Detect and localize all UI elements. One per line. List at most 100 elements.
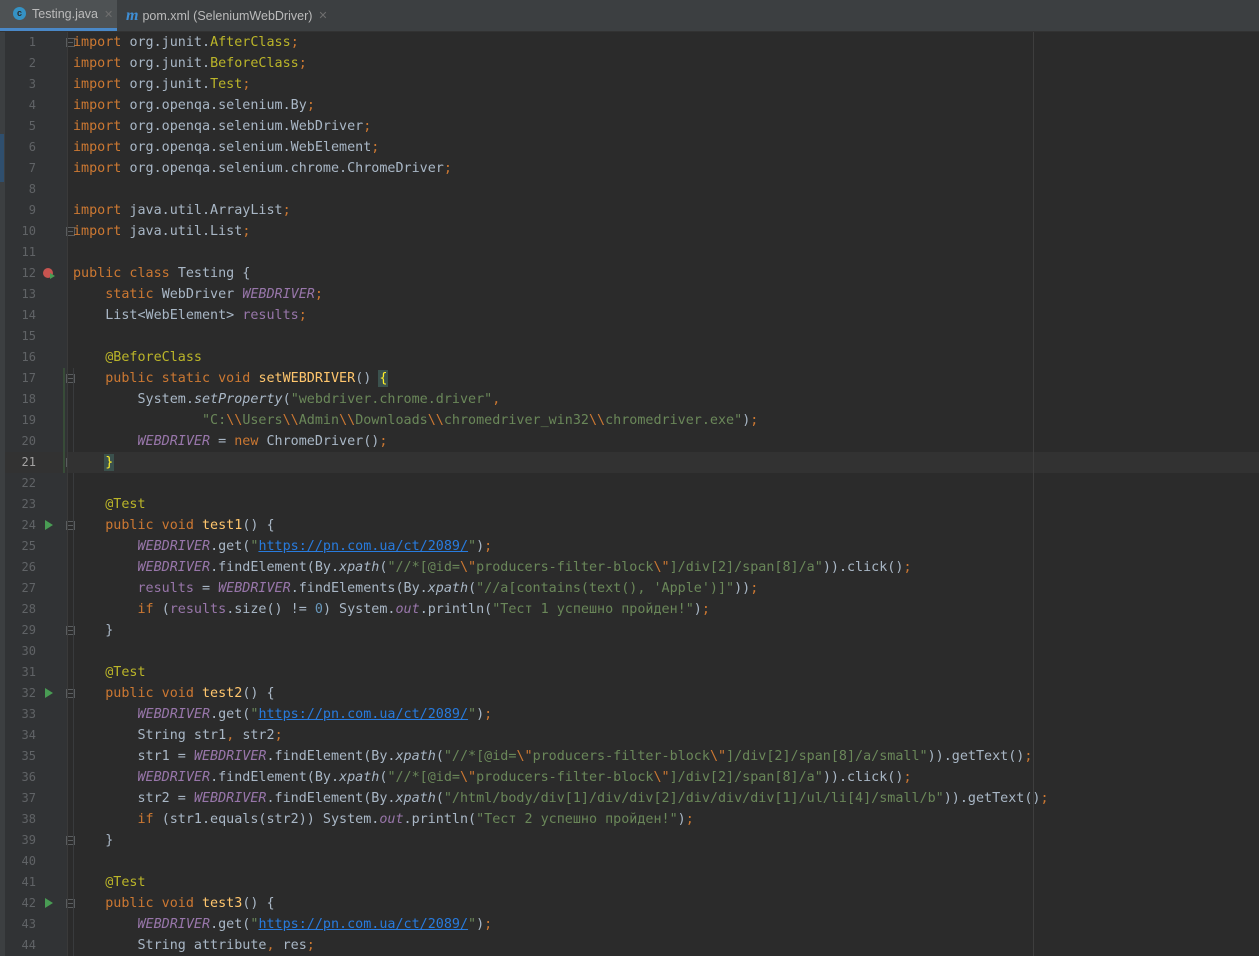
- close-icon[interactable]: ✕: [104, 8, 113, 21]
- code-line[interactable]: @Test: [68, 662, 145, 683]
- code-line[interactable]: WEBDRIVER.get("https://pn.com.ua/ct/2089…: [68, 914, 493, 935]
- code-token: WEBDRIVER: [137, 917, 211, 932]
- close-icon[interactable]: ✕: [318, 9, 327, 22]
- code-line[interactable]: public static void setWEBDRIVER() {: [68, 368, 389, 389]
- code-token: String attribute: [73, 938, 267, 953]
- code-token: 0: [314, 602, 323, 617]
- code-line[interactable]: [68, 641, 73, 662]
- code-line[interactable]: import java.util.List;: [68, 221, 250, 242]
- code-token: "Тест 2 успешно пройден!": [476, 812, 678, 827]
- line-number: 3: [28, 77, 36, 91]
- code-token: out: [379, 812, 404, 827]
- code-line[interactable]: }: [68, 452, 1259, 473]
- code-line[interactable]: WEBDRIVER.get("https://pn.com.ua/ct/2089…: [68, 536, 493, 557]
- code-token: ,: [492, 392, 501, 407]
- code-line[interactable]: [68, 851, 73, 872]
- run-test-icon[interactable]: [45, 898, 53, 908]
- code-line[interactable]: [68, 326, 73, 347]
- code-line[interactable]: @Test: [68, 494, 145, 515]
- code-line[interactable]: if (results.size() != 0) System.out.prin…: [68, 599, 710, 620]
- code-token: String str1: [73, 728, 227, 743]
- code-line[interactable]: static WebDriver WEBDRIVER;: [68, 284, 323, 305]
- line-number: 1: [28, 35, 36, 49]
- code-line[interactable]: String attribute, res;: [68, 935, 315, 956]
- code-line[interactable]: List<WebElement> results;: [68, 305, 307, 326]
- code-line[interactable]: @BeforeClass: [68, 347, 202, 368]
- code-token: (: [161, 602, 170, 617]
- code-line[interactable]: WEBDRIVER = new ChromeDriver();: [68, 431, 388, 452]
- code-token: ;: [306, 938, 315, 953]
- tab-testing-java[interactable]: c Testing.java ✕: [0, 0, 117, 31]
- code-token: \": [516, 749, 533, 764]
- code-line[interactable]: import org.junit.AfterClass;: [68, 32, 299, 53]
- code-token: .getText(): [959, 791, 1041, 806]
- code-line[interactable]: import org.openqa.selenium.WebDriver;: [68, 116, 371, 137]
- code-token: org.openqa.selenium.WebElement: [129, 140, 372, 155]
- code-token: )): [734, 581, 751, 596]
- code-line[interactable]: }: [68, 830, 113, 851]
- line-number: 28: [21, 602, 36, 616]
- code-line[interactable]: WEBDRIVER.findElement(By.xpath("//*[@id=…: [68, 557, 912, 578]
- code-token: ;: [379, 434, 388, 449]
- code-editor[interactable]: import org.junit.AfterClass; import org.j…: [68, 32, 1259, 956]
- code-line[interactable]: public void test2() {: [68, 683, 274, 704]
- code-token: WEBDRIVER: [137, 770, 211, 785]
- code-line[interactable]: @Test: [68, 872, 145, 893]
- code-token: ;: [484, 917, 493, 932]
- code-line[interactable]: import org.openqa.selenium.chrome.Chrome…: [68, 158, 452, 179]
- run-test-icon[interactable]: [45, 688, 53, 698]
- run-class-icon[interactable]: [43, 268, 55, 279]
- code-line[interactable]: import org.junit.Test;: [68, 74, 250, 95]
- code-line[interactable]: results = WEBDRIVER.findElements(By.xpat…: [68, 578, 759, 599]
- code-line[interactable]: import java.util.ArrayList;: [68, 200, 291, 221]
- code-token: ;: [903, 560, 912, 575]
- line-number: 17: [21, 371, 36, 385]
- code-line[interactable]: [68, 179, 73, 200]
- code-token: (: [435, 749, 444, 764]
- line-number-gutter[interactable]: 1 2 3 4 5 6 7 8 9 10 11 12 13 14 15 16 17 18 19 20 21 22 23 24 2…: [5, 32, 75, 956]
- code-token: ;: [298, 308, 307, 323]
- code-token: \": [460, 770, 477, 785]
- run-test-icon[interactable]: [45, 520, 53, 530]
- code-line[interactable]: if (str1.equals(str2)) System.out.printl…: [68, 809, 694, 830]
- code-line[interactable]: System.setProperty("webdriver.chrome.dri…: [68, 389, 500, 410]
- editor-tab-bar: c Testing.java ✕ m pom.xml (SeleniumWebD…: [0, 0, 1259, 32]
- code-line[interactable]: import org.openqa.selenium.WebElement;: [68, 137, 379, 158]
- code-line[interactable]: WEBDRIVER.get("https://pn.com.ua/ct/2089…: [68, 704, 493, 725]
- code-line[interactable]: WEBDRIVER.findElement(By.xpath("//*[@id=…: [68, 767, 912, 788]
- code-token: import: [73, 224, 130, 239]
- code-line[interactable]: String str1, str2;: [68, 725, 282, 746]
- code-token: ;: [242, 77, 251, 92]
- code-token: \": [709, 749, 727, 764]
- code-token: str2: [242, 728, 275, 743]
- code-token: .findElement(By.: [266, 749, 396, 764]
- code-token: }: [73, 833, 114, 848]
- code-line[interactable]: public void test3() {: [68, 893, 274, 914]
- code-token: "webdriver.chrome.driver": [290, 392, 493, 407]
- code-token: "C:: [202, 413, 227, 428]
- code-line[interactable]: public class Testing {: [68, 263, 250, 284]
- code-token: }: [104, 454, 115, 471]
- code-line[interactable]: import org.junit.BeforeClass;: [68, 53, 307, 74]
- code-line[interactable]: "C:\\Users\\Admin\\Downloads\\chromedriv…: [68, 410, 758, 431]
- code-line[interactable]: str1 = WEBDRIVER.findElement(By.xpath("/…: [68, 746, 1032, 767]
- code-line[interactable]: [68, 473, 73, 494]
- tab-pom-xml[interactable]: m pom.xml (SeleniumWebDriver) ✕: [119, 0, 334, 31]
- vcs-change-marker[interactable]: [63, 368, 65, 473]
- code-line[interactable]: str2 = WEBDRIVER.findElement(By.xpath("/…: [68, 788, 1048, 809]
- code-line[interactable]: public void test1() {: [68, 515, 274, 536]
- code-token: ;: [371, 140, 380, 155]
- code-line[interactable]: }: [68, 620, 113, 641]
- line-number: 4: [28, 98, 36, 112]
- code-token: (: [468, 581, 477, 596]
- code-line[interactable]: import org.openqa.selenium.By;: [68, 95, 315, 116]
- line-number: 25: [21, 539, 36, 553]
- code-token: (): [355, 371, 380, 386]
- code-line[interactable]: [68, 242, 73, 263]
